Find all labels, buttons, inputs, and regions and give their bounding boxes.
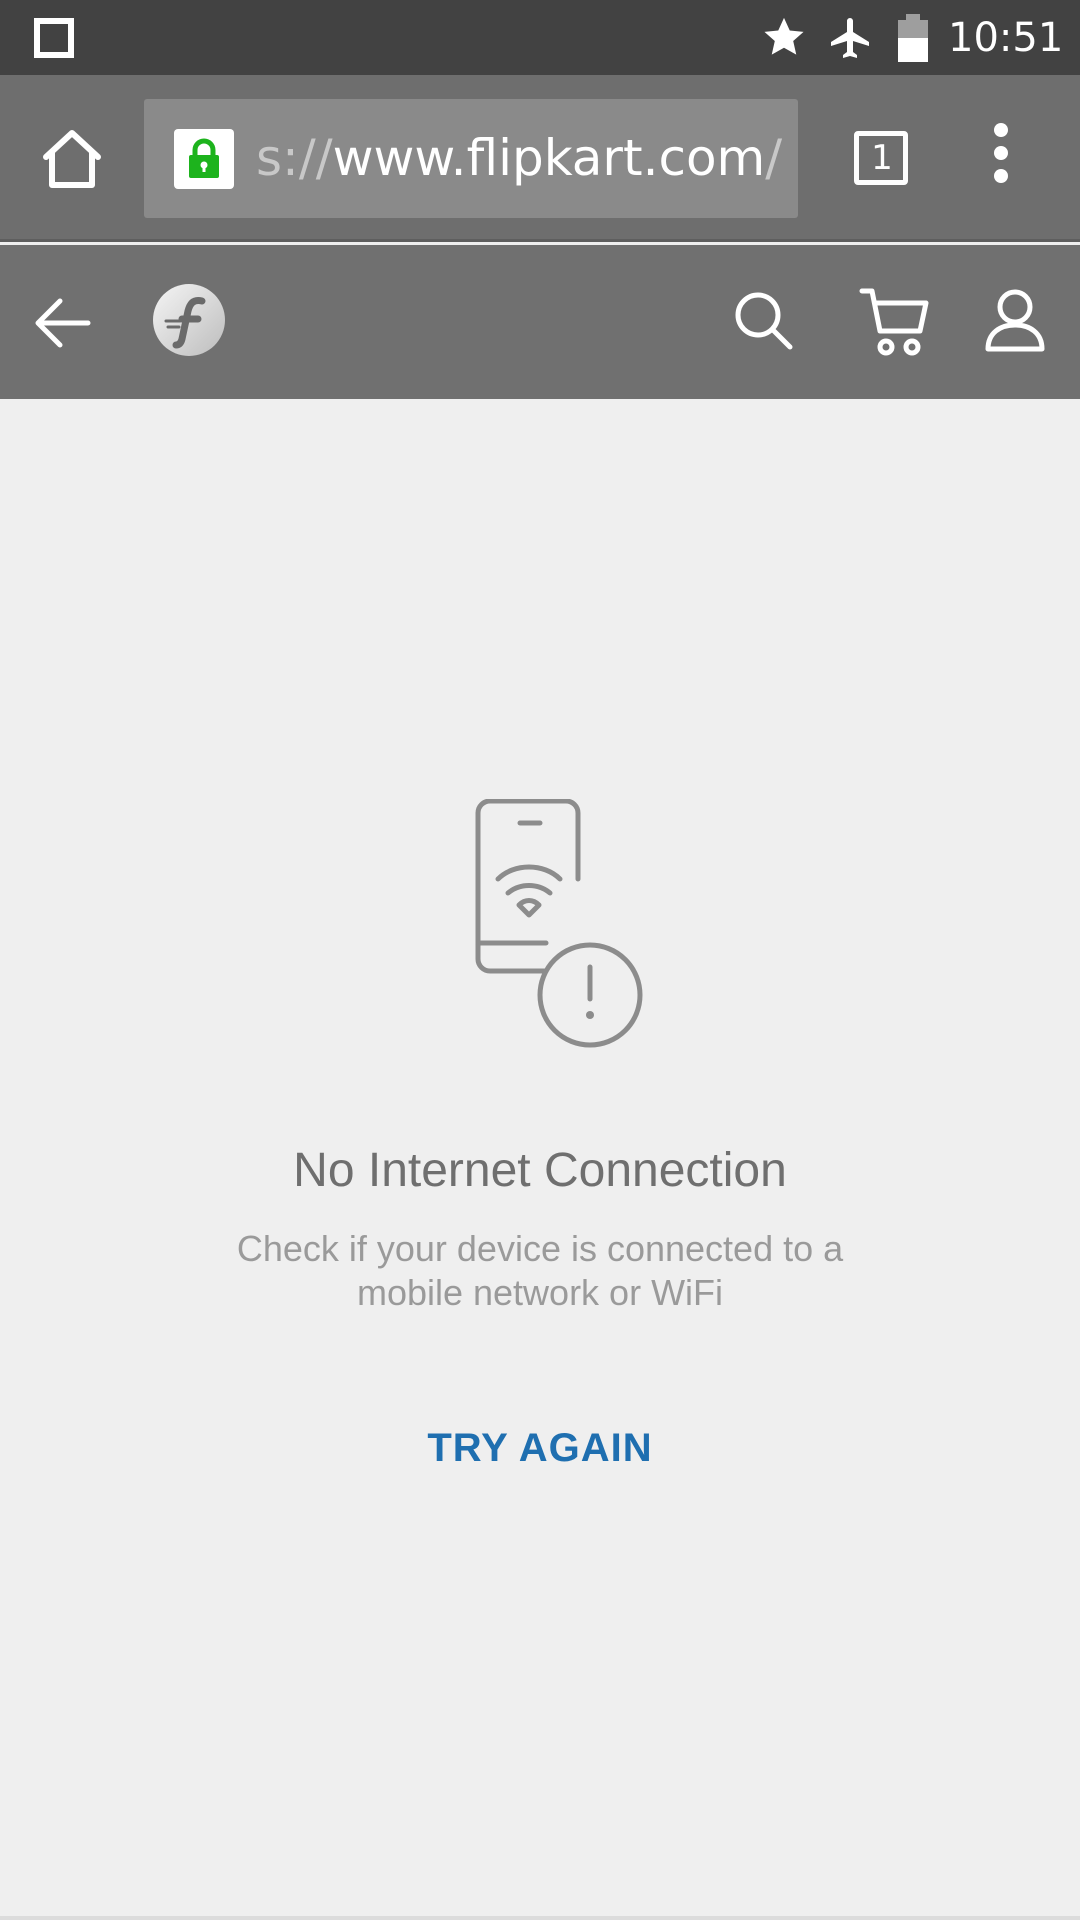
airplane-mode-icon [831, 18, 869, 58]
battery-icon [898, 14, 928, 62]
tab-switcher-button[interactable]: 1 [852, 129, 912, 189]
back-arrow-icon[interactable] [30, 293, 94, 353]
error-page: No Internet Connection Check if your dev… [0, 399, 1080, 1916]
lock-icon [189, 138, 219, 178]
home-icon[interactable] [38, 127, 106, 191]
status-bar: 10:51 [0, 0, 1080, 75]
url-scheme: s:// [256, 129, 333, 187]
bottom-divider [0, 1916, 1080, 1920]
url-host: www.flipkart.com [332, 129, 766, 187]
address-bar[interactable]: s://www.flipkart.com/r [144, 99, 798, 218]
search-icon[interactable] [732, 289, 796, 353]
flipkart-logo[interactable] [152, 283, 226, 357]
account-icon[interactable] [984, 287, 1046, 353]
error-title: No Internet Connection [293, 1144, 787, 1197]
secure-badge[interactable] [174, 129, 234, 189]
star-icon [764, 17, 804, 55]
phone-no-wifi-icon [475, 799, 643, 1048]
square-notification-icon [34, 18, 74, 58]
cart-icon[interactable] [858, 285, 930, 359]
url-path: /r [765, 129, 784, 187]
url-text[interactable]: s://www.flipkart.com/r [256, 125, 784, 191]
overflow-menu-icon[interactable] [994, 123, 1008, 191]
browser-toolbar: s://www.flipkart.com/r 1 [0, 75, 1080, 242]
tab-count: 1 [871, 138, 893, 178]
status-clock: 10:51 [948, 15, 1064, 61]
site-header [0, 245, 1080, 399]
try-again-button[interactable]: TRY AGAIN [390, 1413, 690, 1483]
error-subtitle: Check if your device is connected to a m… [236, 1228, 844, 1313]
